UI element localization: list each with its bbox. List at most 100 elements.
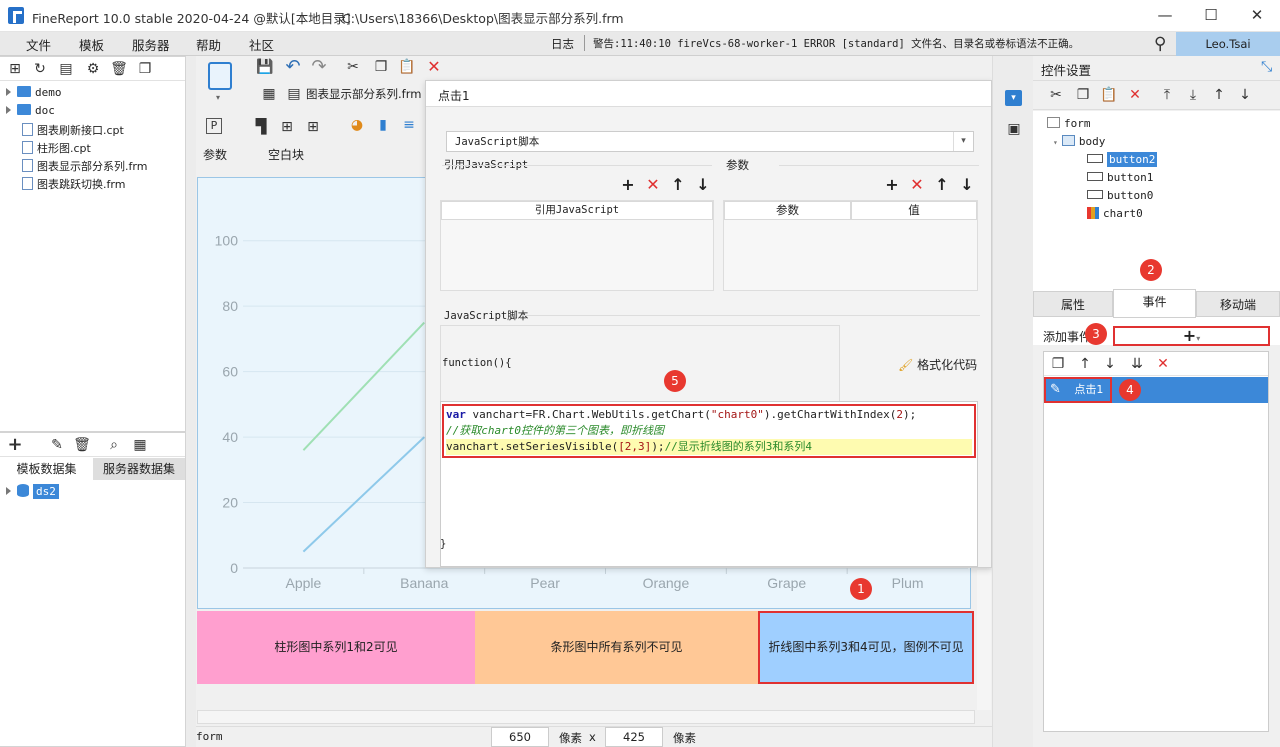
splitter[interactable] [186, 56, 196, 747]
tree-folder-doc[interactable]: doc [6, 104, 55, 117]
menu-file[interactable]: 文件 [26, 35, 51, 54]
save-icon[interactable]: 💾 [256, 58, 274, 76]
block-icon[interactable]: ▜ [252, 118, 270, 136]
collapse-icon[interactable]: ⤡ [1261, 59, 1272, 75]
code-editor[interactable]: var vanchart=FR.Chart.WebUtils.getChart(… [440, 401, 978, 567]
arrow-up-icon[interactable]: ↑ [668, 175, 688, 195]
bar-chart-icon[interactable]: ▮ [374, 116, 392, 134]
delete-icon[interactable]: ✕ [1154, 355, 1172, 373]
user-account[interactable]: Leo.Tsai [1176, 32, 1280, 56]
format-code-button[interactable]: 🖌 格式化代码 [898, 356, 977, 373]
arrow-up-icon[interactable]: ↑ [932, 175, 952, 195]
tree-button2[interactable]: button2 [1087, 152, 1158, 167]
add-event-button[interactable]: +▾ [1113, 326, 1270, 346]
pie-chart-icon[interactable]: ◕ [348, 116, 366, 134]
ref-js-table[interactable]: 引用JavaScript [440, 200, 714, 291]
redo-icon[interactable]: ↷ [310, 58, 328, 76]
chevron-down-icon[interactable]: ▾ [953, 132, 973, 151]
close-button[interactable]: ✕ [1234, 0, 1280, 31]
event-item[interactable]: ✎ 点击1 [1044, 377, 1268, 403]
paste-icon[interactable]: 📋 [398, 58, 416, 76]
preview-icon[interactable]: ⌕ [105, 436, 123, 454]
expand-icon[interactable] [6, 487, 11, 495]
tree-chart0[interactable]: chart0 [1087, 207, 1143, 220]
add-icon[interactable]: + [882, 175, 902, 195]
delete-icon[interactable]: ✕ [643, 175, 663, 195]
minimize-button[interactable]: — [1142, 0, 1188, 31]
edit-icon[interactable]: ✎ [48, 436, 66, 454]
grid-icon[interactable]: ▦ [260, 85, 278, 103]
tree-body[interactable]: ▾ body [1053, 135, 1105, 148]
arrow-down-icon[interactable]: ↓ [957, 175, 977, 195]
undo-icon[interactable]: ↶ [284, 58, 302, 76]
editor-tab[interactable]: 图表显示部分系列.frm [306, 86, 421, 102]
delete-icon[interactable]: ✕ [1126, 86, 1144, 104]
form-icon[interactable] [208, 62, 232, 90]
tree-file[interactable]: 图表跳跃切换.frm [22, 176, 125, 192]
sort-icon[interactable]: ⇊ [1128, 355, 1146, 373]
open-icon[interactable]: ▤ [57, 60, 75, 78]
height-input[interactable]: 425 [605, 727, 663, 747]
move-bottom-icon[interactable]: ⤓ [1184, 86, 1202, 104]
search-icon[interactable]: ⚲ [1154, 34, 1166, 54]
new-file-icon[interactable]: ⊞ [6, 60, 24, 78]
tree-form[interactable]: form [1047, 117, 1091, 130]
copy-icon[interactable]: ❐ [1074, 86, 1092, 104]
delete-icon[interactable]: ✕ [907, 175, 927, 195]
copy-icon[interactable]: ❐ [136, 60, 154, 78]
tree-file[interactable]: 图表刷新接口.cpt [22, 122, 124, 138]
tree-button0[interactable]: button0 [1087, 189, 1153, 202]
button-bar-all-hidden[interactable]: 条形图中所有系列不可见 [475, 611, 758, 684]
move-top-icon[interactable]: ⤒ [1158, 86, 1176, 104]
move-up-icon[interactable]: ↑ [1210, 86, 1228, 104]
button-line-series-3-4[interactable]: 折线图中系列3和4可见，图例不可见 [758, 611, 974, 684]
tab-template-dataset[interactable]: 模板数据集 [0, 458, 93, 480]
dataset-item[interactable]: ds2 [6, 484, 59, 499]
cut-icon[interactable]: ✂ [1047, 86, 1065, 104]
width-input[interactable]: 650 [491, 727, 549, 747]
arrow-down-icon[interactable]: ↓ [1101, 355, 1119, 373]
tree-folder-demo[interactable]: demo [6, 86, 62, 99]
collapse-icon[interactable]: ▾ [1053, 138, 1058, 147]
menu-help[interactable]: 帮助 [196, 35, 221, 54]
tab-server-dataset[interactable]: 服务器数据集 [93, 458, 185, 480]
settings-icon[interactable]: ⚙ [84, 60, 102, 78]
tree-file[interactable]: 图表显示部分系列.frm [22, 158, 147, 174]
refresh-icon[interactable]: ↻ [31, 60, 49, 78]
button-bar-series-1-2[interactable]: 柱形图中系列1和2可见 [197, 611, 475, 684]
split-icon[interactable]: ⊞ [278, 118, 296, 136]
table-icon[interactable]: ⊞ [304, 118, 322, 136]
expand-icon[interactable] [6, 88, 11, 96]
tab-events[interactable]: 事件 [1113, 289, 1196, 318]
delete-icon[interactable]: 🗑 [73, 436, 91, 454]
template-icon[interactable]: ▤ [285, 85, 303, 103]
paste-icon[interactable]: 📋 [1100, 86, 1118, 104]
cut-icon[interactable]: ✂ [344, 58, 362, 76]
server-icon[interactable]: ▦ [131, 436, 149, 454]
tree-file[interactable]: 柱形图.cpt [22, 140, 91, 156]
params-table[interactable]: 参数 值 [723, 200, 978, 291]
layout-icon[interactable]: ▣ [1005, 120, 1023, 138]
vertical-scrollbar[interactable] [977, 570, 991, 710]
move-down-icon[interactable]: ↓ [1236, 86, 1254, 104]
menu-community[interactable]: 社区 [249, 35, 274, 54]
script-type-select[interactable]: JavaScript脚本 ▾ [446, 131, 974, 152]
delete-icon[interactable]: 🗑 [110, 60, 128, 78]
add-icon[interactable]: + [618, 175, 638, 195]
tab-properties[interactable]: 属性 [1033, 291, 1113, 317]
delete-icon[interactable]: ✕ [425, 58, 443, 76]
arrow-up-icon[interactable]: ↑ [1076, 355, 1094, 373]
widget-settings-icon[interactable]: ▾ [1005, 90, 1022, 106]
tab-mobile[interactable]: 移动端 [1196, 291, 1280, 317]
bar-h-chart-icon[interactable]: ≡ [400, 116, 418, 134]
dropdown-icon[interactable]: ▾ [216, 93, 220, 102]
horizontal-scrollbar[interactable] [197, 710, 975, 724]
copy-icon[interactable]: ❐ [1049, 355, 1067, 373]
maximize-button[interactable]: ☐ [1188, 0, 1234, 31]
expand-icon[interactable] [6, 106, 11, 114]
copy-icon[interactable]: ❐ [372, 58, 390, 76]
tree-button1[interactable]: button1 [1087, 171, 1153, 184]
param-icon[interactable]: P [206, 118, 222, 134]
add-icon[interactable]: + [6, 436, 24, 454]
arrow-down-icon[interactable]: ↓ [693, 175, 713, 195]
